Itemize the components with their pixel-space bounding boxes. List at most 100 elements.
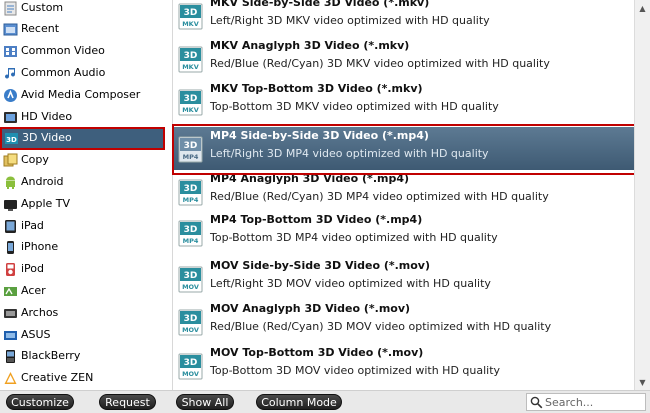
sidebar-item-label: Archos xyxy=(21,306,59,319)
sidebar-item-label: Copy xyxy=(21,153,49,166)
svg-text:3D: 3D xyxy=(184,184,198,194)
sidebar-item-apple-tv[interactable]: Apple TV xyxy=(0,194,172,215)
format-description: Top-Bottom 3D MOV video optimized with H… xyxy=(210,364,501,377)
svg-text:3D: 3D xyxy=(184,314,198,324)
svg-text:3D: 3D xyxy=(184,225,198,235)
svg-text:MKV: MKV xyxy=(182,20,199,28)
format-list: 3D MKV MKV Side-by-Side 3D Video (*.mkv) … xyxy=(174,0,634,390)
sidebar-item-label: Common Audio xyxy=(21,66,106,79)
customize-button[interactable]: Customize xyxy=(6,394,74,410)
sidebar-item-android[interactable]: Android xyxy=(0,172,172,193)
sidebar-item-label: Acer xyxy=(21,284,46,297)
list-item[interactable]: 3D MP4 MP4 Anaglyph 3D Video (*.mp4) Red/… xyxy=(174,170,634,213)
list-item[interactable]: 3D MOV MOV Top-Bottom 3D Video (*.mov) To… xyxy=(174,344,634,387)
sidebar-item-label: ASUS xyxy=(21,328,51,341)
format-description: Top-Bottom 3D MKV video optimized with H… xyxy=(210,100,499,113)
format-title: MKV Side-by-Side 3D Video (*.mkv) xyxy=(210,0,430,9)
column-mode-button[interactable]: Column Mode xyxy=(256,394,342,410)
archos-icon xyxy=(4,309,17,318)
sidebar-item-hd-video[interactable]: HD Video xyxy=(0,107,172,128)
format-title: MKV Top-Bottom 3D Video (*.mkv) xyxy=(210,82,423,95)
sidebar-item-ipad[interactable]: iPad xyxy=(0,216,172,237)
bottom-toolbar: Customize Request Show All Column Mode xyxy=(0,390,650,413)
svg-text:3D: 3D xyxy=(184,141,198,151)
sidebar-item-label: iPod xyxy=(21,262,45,275)
sidebar-item-archos[interactable]: Archos xyxy=(0,303,172,324)
list-item[interactable]: 3D MKV MKV Side-by-Side 3D Video (*.mkv) … xyxy=(174,0,634,37)
creative-zen-icon xyxy=(4,372,17,384)
format-description: Red/Blue (Red/Cyan) 3D MOV video optimiz… xyxy=(210,320,552,333)
format-title: MP4 Top-Bottom 3D Video (*.mp4) xyxy=(210,213,423,226)
sidebar-item-label: Avid Media Composer xyxy=(21,88,141,101)
svg-text:3D: 3D xyxy=(6,136,17,144)
sidebar-item-copy[interactable]: Copy xyxy=(0,150,172,171)
sidebar-item-asus[interactable]: ASUS xyxy=(0,325,172,346)
list-item-selected[interactable]: 3D MP4 MP4 Side-by-Side 3D Video (*.mp4) … xyxy=(174,127,634,170)
svg-text:MOV: MOV xyxy=(182,283,199,291)
svg-text:MKV: MKV xyxy=(182,63,199,71)
film-icon xyxy=(4,46,17,57)
sidebar-item-recent[interactable]: Recent xyxy=(0,19,172,40)
iphone-icon xyxy=(7,241,14,254)
search-input[interactable] xyxy=(545,395,641,409)
format-description: Red/Blue (Red/Cyan) 3D MP4 video optimiz… xyxy=(210,190,549,203)
3d-mov-file-icon: 3D MOV xyxy=(178,353,203,380)
sidebar-item-custom[interactable]: Custom xyxy=(0,0,172,19)
sidebar-item-label: Android xyxy=(21,175,64,188)
format-description: Red/Blue (Red/Cyan) 3D MKV video optimiz… xyxy=(210,57,550,70)
svg-text:MOV: MOV xyxy=(182,326,199,334)
sidebar-item-iphone[interactable]: iPhone xyxy=(0,237,172,258)
android-icon xyxy=(6,176,15,189)
3d-icon: 3D xyxy=(5,133,18,144)
profile-selector-window: Custom Recent Common Video Common Audio … xyxy=(0,0,650,413)
svg-text:MP4: MP4 xyxy=(183,153,199,161)
sidebar-item-label: HD Video xyxy=(21,110,73,123)
custom-icon xyxy=(4,1,17,16)
svg-text:MOV: MOV xyxy=(182,370,199,378)
list-item[interactable]: 3D MKV MKV Top-Bottom 3D Video (*.mkv) To… xyxy=(174,80,634,123)
format-title: MKV Anaglyph 3D Video (*.mkv) xyxy=(210,39,410,52)
search-box[interactable] xyxy=(526,393,646,411)
sidebar-item-common-audio[interactable]: Common Audio xyxy=(0,63,172,84)
apple-tv-icon xyxy=(4,200,17,211)
sidebar-item-blackberry[interactable]: BlackBerry xyxy=(0,346,172,367)
sidebar-item-ipod[interactable]: iPod xyxy=(0,259,172,280)
scroll-down-arrow-icon[interactable]: ▼ xyxy=(635,374,650,390)
sidebar-item-label: BlackBerry xyxy=(21,349,81,362)
format-title: MOV Anaglyph 3D Video (*.mov) xyxy=(210,302,411,315)
list-item[interactable]: 3D MOV MOV Anaglyph 3D Video (*.mov) Red/… xyxy=(174,300,634,343)
sidebar-item-common-video[interactable]: Common Video xyxy=(0,41,172,62)
hd-icon xyxy=(4,112,17,123)
sidebar-item-label: Apple TV xyxy=(21,197,71,210)
request-button[interactable]: Request xyxy=(99,394,156,410)
list-item[interactable]: 3D MOV MOV Side-by-Side 3D Video (*.mov) … xyxy=(174,257,634,300)
copy-icon xyxy=(3,153,18,167)
svg-text:3D: 3D xyxy=(184,358,198,368)
format-title: MOV Side-by-Side 3D Video (*.mov) xyxy=(210,259,431,272)
vertical-scrollbar[interactable]: ▲ ▼ xyxy=(634,0,650,390)
svg-text:MP4: MP4 xyxy=(183,237,199,245)
acer-icon xyxy=(4,287,17,296)
show-all-button[interactable]: Show All xyxy=(176,394,234,410)
sidebar-item-3d-video[interactable]: 3D 3D Video xyxy=(0,127,165,150)
sidebar-item-acer[interactable]: Acer xyxy=(0,281,172,302)
recent-icon xyxy=(3,23,18,36)
sidebar-item-label: Common Video xyxy=(21,44,105,57)
3d-mp4-file-icon: 3DMP4 xyxy=(178,136,203,163)
svg-text:MKV: MKV xyxy=(182,106,199,114)
asus-icon xyxy=(4,331,17,340)
3d-mkv-file-icon: 3D MKV xyxy=(178,3,203,30)
format-title: MOV Top-Bottom 3D Video (*.mov) xyxy=(210,346,424,359)
ipod-icon xyxy=(6,263,15,276)
sidebar-item-label: iPhone xyxy=(21,240,59,253)
3d-mov-file-icon: 3D MOV xyxy=(178,266,203,293)
sidebar-item-avid-media-composer[interactable]: Avid Media Composer xyxy=(0,85,172,106)
sidebar-item-creative-zen[interactable]: Creative ZEN xyxy=(0,368,172,389)
search-icon xyxy=(530,396,543,409)
list-item[interactable]: 3D MP4 MP4 Top-Bottom 3D Video (*.mp4) To… xyxy=(174,211,634,254)
list-item[interactable]: 3D MKV MKV Anaglyph 3D Video (*.mkv) Red/… xyxy=(174,37,634,80)
format-description: Left/Right 3D MP4 video optimized with H… xyxy=(210,147,489,160)
3d-mov-file-icon: 3D MOV xyxy=(178,309,203,336)
scroll-up-arrow-icon[interactable]: ▲ xyxy=(635,0,650,16)
svg-text:MP4: MP4 xyxy=(183,196,199,204)
